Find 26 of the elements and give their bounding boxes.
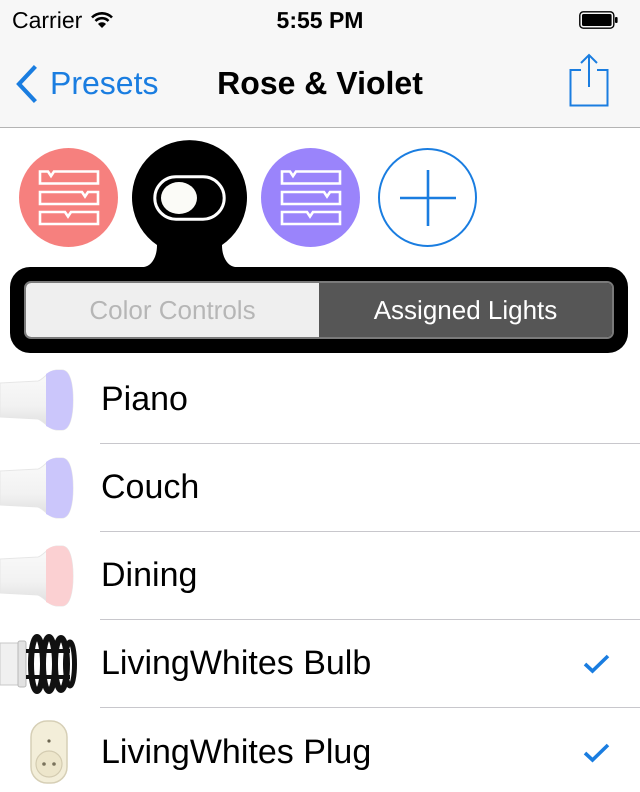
- wifi-icon: [91, 12, 114, 28]
- plus-icon: [400, 170, 456, 226]
- list-icon: [280, 170, 342, 226]
- list-icon: [38, 170, 100, 226]
- screen-title: Rose & Violet: [217, 65, 423, 102]
- light-row[interactable]: Dining: [0, 532, 640, 620]
- share-button[interactable]: [569, 52, 609, 106]
- battery-icon: [579, 11, 618, 29]
- plug-icon: [30, 720, 68, 784]
- light-row[interactable]: Couch: [0, 444, 640, 532]
- light-name: LivingWhites Bulb: [101, 644, 372, 683]
- light-row[interactable]: LivingWhites Bulb: [0, 620, 640, 708]
- chevron-left-icon: [15, 64, 37, 102]
- back-button[interactable]: Presets: [15, 64, 158, 102]
- light-name: Couch: [101, 468, 200, 507]
- light-name: Dining: [101, 556, 198, 595]
- clock-time: 5:55 PM: [276, 6, 364, 34]
- share-icon: [569, 52, 609, 106]
- spiral-bulb-icon: [0, 633, 78, 695]
- light-row[interactable]: LivingWhites Plug: [0, 708, 640, 792]
- light-name: LivingWhites Plug: [101, 732, 372, 772]
- segment-tab[interactable]: Assigned Lights: [319, 283, 612, 337]
- toggle-icon: [153, 175, 226, 221]
- light-row[interactable]: Piano: [0, 356, 640, 444]
- carrier-name: Carrier: [12, 6, 82, 34]
- light-name: Piano: [101, 380, 188, 419]
